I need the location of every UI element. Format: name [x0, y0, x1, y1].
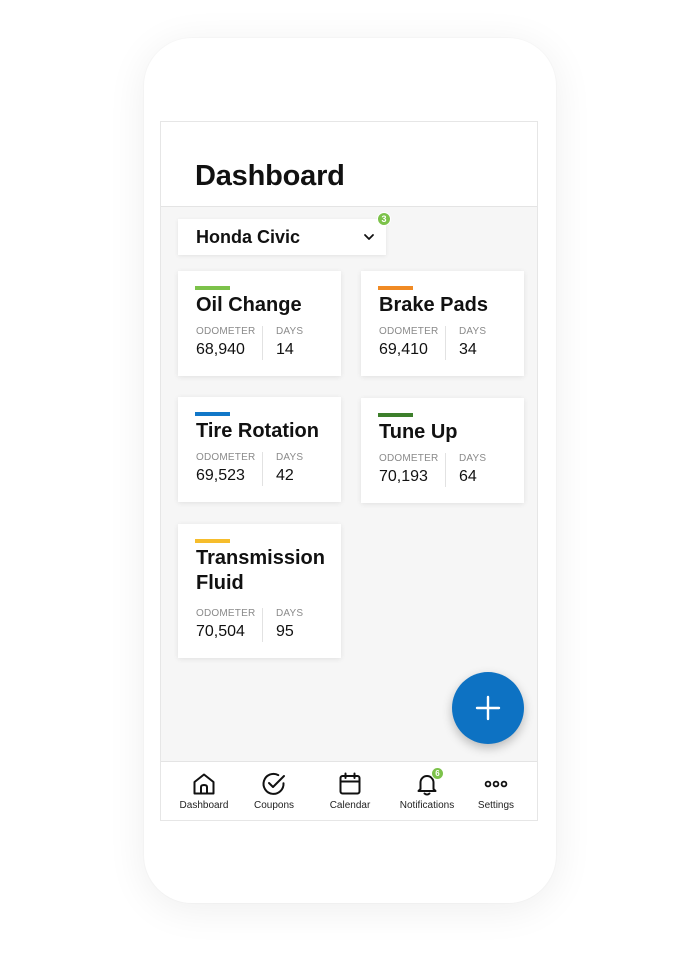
page-title: Dashboard: [195, 160, 345, 192]
odometer-metric: ODOMETER 68,940: [196, 326, 262, 360]
service-name: Oil Change: [196, 294, 302, 316]
days-value: 14: [276, 341, 294, 358]
check-circle-icon: [262, 772, 285, 795]
tab-calendar[interactable]: Calendar: [312, 762, 388, 820]
tab-settings[interactable]: Settings: [458, 762, 534, 820]
odometer-metric: ODOMETER 69,410: [379, 326, 445, 360]
odometer-value: 69,410: [379, 341, 428, 358]
vehicle-count-badge: 3: [377, 212, 391, 226]
days-label: DAYS: [276, 326, 304, 337]
tab-label: Calendar: [329, 800, 371, 811]
service-card-oil-change[interactable]: Oil Change ODOMETER 68,940 DAYS 14: [178, 271, 341, 376]
service-card-tire-rotation[interactable]: Tire Rotation ODOMETER 69,523 DAYS 42: [178, 397, 341, 502]
odometer-label: ODOMETER: [379, 453, 439, 464]
more-icon: [484, 780, 508, 788]
odometer-label: ODOMETER: [196, 608, 256, 619]
tab-dashboard[interactable]: Dashboard: [166, 762, 242, 820]
header: Dashboard: [161, 122, 537, 207]
service-metrics: ODOMETER 70,193 DAYS 64: [379, 453, 516, 487]
service-name: Tire Rotation: [196, 420, 319, 442]
add-service-button[interactable]: [452, 672, 524, 744]
app-screen: Dashboard Honda Civic 3 Oil Change ODOME…: [160, 121, 538, 821]
days-label: DAYS: [276, 452, 304, 463]
service-name: Brake Pads: [379, 294, 488, 316]
days-metric: DAYS 42: [262, 452, 303, 486]
service-color-bar: [378, 413, 413, 417]
service-color-bar: [195, 286, 230, 290]
odometer-metric: ODOMETER 70,504: [196, 608, 262, 642]
tab-label: Notifications: [399, 800, 455, 811]
odometer-label: ODOMETER: [379, 326, 439, 337]
tab-label: Dashboard: [179, 800, 229, 811]
odometer-value: 70,504: [196, 623, 245, 640]
service-metrics: ODOMETER 70,504 DAYS 95: [196, 608, 333, 642]
tab-label: Settings: [477, 800, 515, 811]
service-metrics: ODOMETER 69,410 DAYS 34: [379, 326, 516, 360]
days-metric: DAYS 95: [262, 608, 303, 642]
days-metric: DAYS 64: [445, 453, 486, 487]
bottom-tab-bar: Dashboard Coupons Calendar Notifications…: [161, 761, 537, 820]
plus-icon: [475, 695, 501, 721]
odometer-value: 68,940: [196, 341, 245, 358]
service-name: Transmission Fluid: [196, 547, 325, 594]
days-label: DAYS: [276, 608, 304, 619]
service-color-bar: [195, 412, 230, 416]
odometer-metric: ODOMETER 69,523: [196, 452, 262, 486]
calendar-icon: [339, 772, 361, 795]
odometer-label: ODOMETER: [196, 452, 256, 463]
service-color-bar: [195, 539, 230, 543]
service-name: Tune Up: [379, 421, 458, 443]
service-color-bar: [378, 286, 413, 290]
service-card-brake-pads[interactable]: Brake Pads ODOMETER 69,410 DAYS 34: [361, 271, 524, 376]
days-metric: DAYS 34: [445, 326, 486, 360]
vehicle-name: Honda Civic: [196, 226, 301, 247]
service-metrics: ODOMETER 69,523 DAYS 42: [196, 452, 333, 486]
days-value: 42: [276, 467, 294, 484]
days-metric: DAYS 14: [262, 326, 303, 360]
days-value: 95: [276, 623, 294, 640]
days-value: 64: [459, 468, 477, 485]
tab-coupons[interactable]: Coupons: [236, 762, 312, 820]
tab-label: Coupons: [253, 800, 295, 811]
service-card-tune-up[interactable]: Tune Up ODOMETER 70,193 DAYS 64: [361, 398, 524, 503]
home-icon: [193, 773, 215, 795]
odometer-value: 69,523: [196, 467, 245, 484]
days-label: DAYS: [459, 453, 487, 464]
days-value: 34: [459, 341, 477, 358]
tab-notifications[interactable]: Notifications 6: [389, 762, 465, 820]
days-label: DAYS: [459, 326, 487, 337]
service-metrics: ODOMETER 68,940 DAYS 14: [196, 326, 333, 360]
odometer-metric: ODOMETER 70,193: [379, 453, 445, 487]
vehicle-selector[interactable]: Honda Civic: [178, 219, 386, 255]
notifications-badge: 6: [431, 767, 444, 780]
service-card-transmission-fluid[interactable]: Transmission Fluid ODOMETER 70,504 DAYS …: [178, 524, 341, 658]
odometer-label: ODOMETER: [196, 326, 256, 337]
chevron-down-icon: [364, 234, 374, 240]
odometer-value: 70,193: [379, 468, 428, 485]
